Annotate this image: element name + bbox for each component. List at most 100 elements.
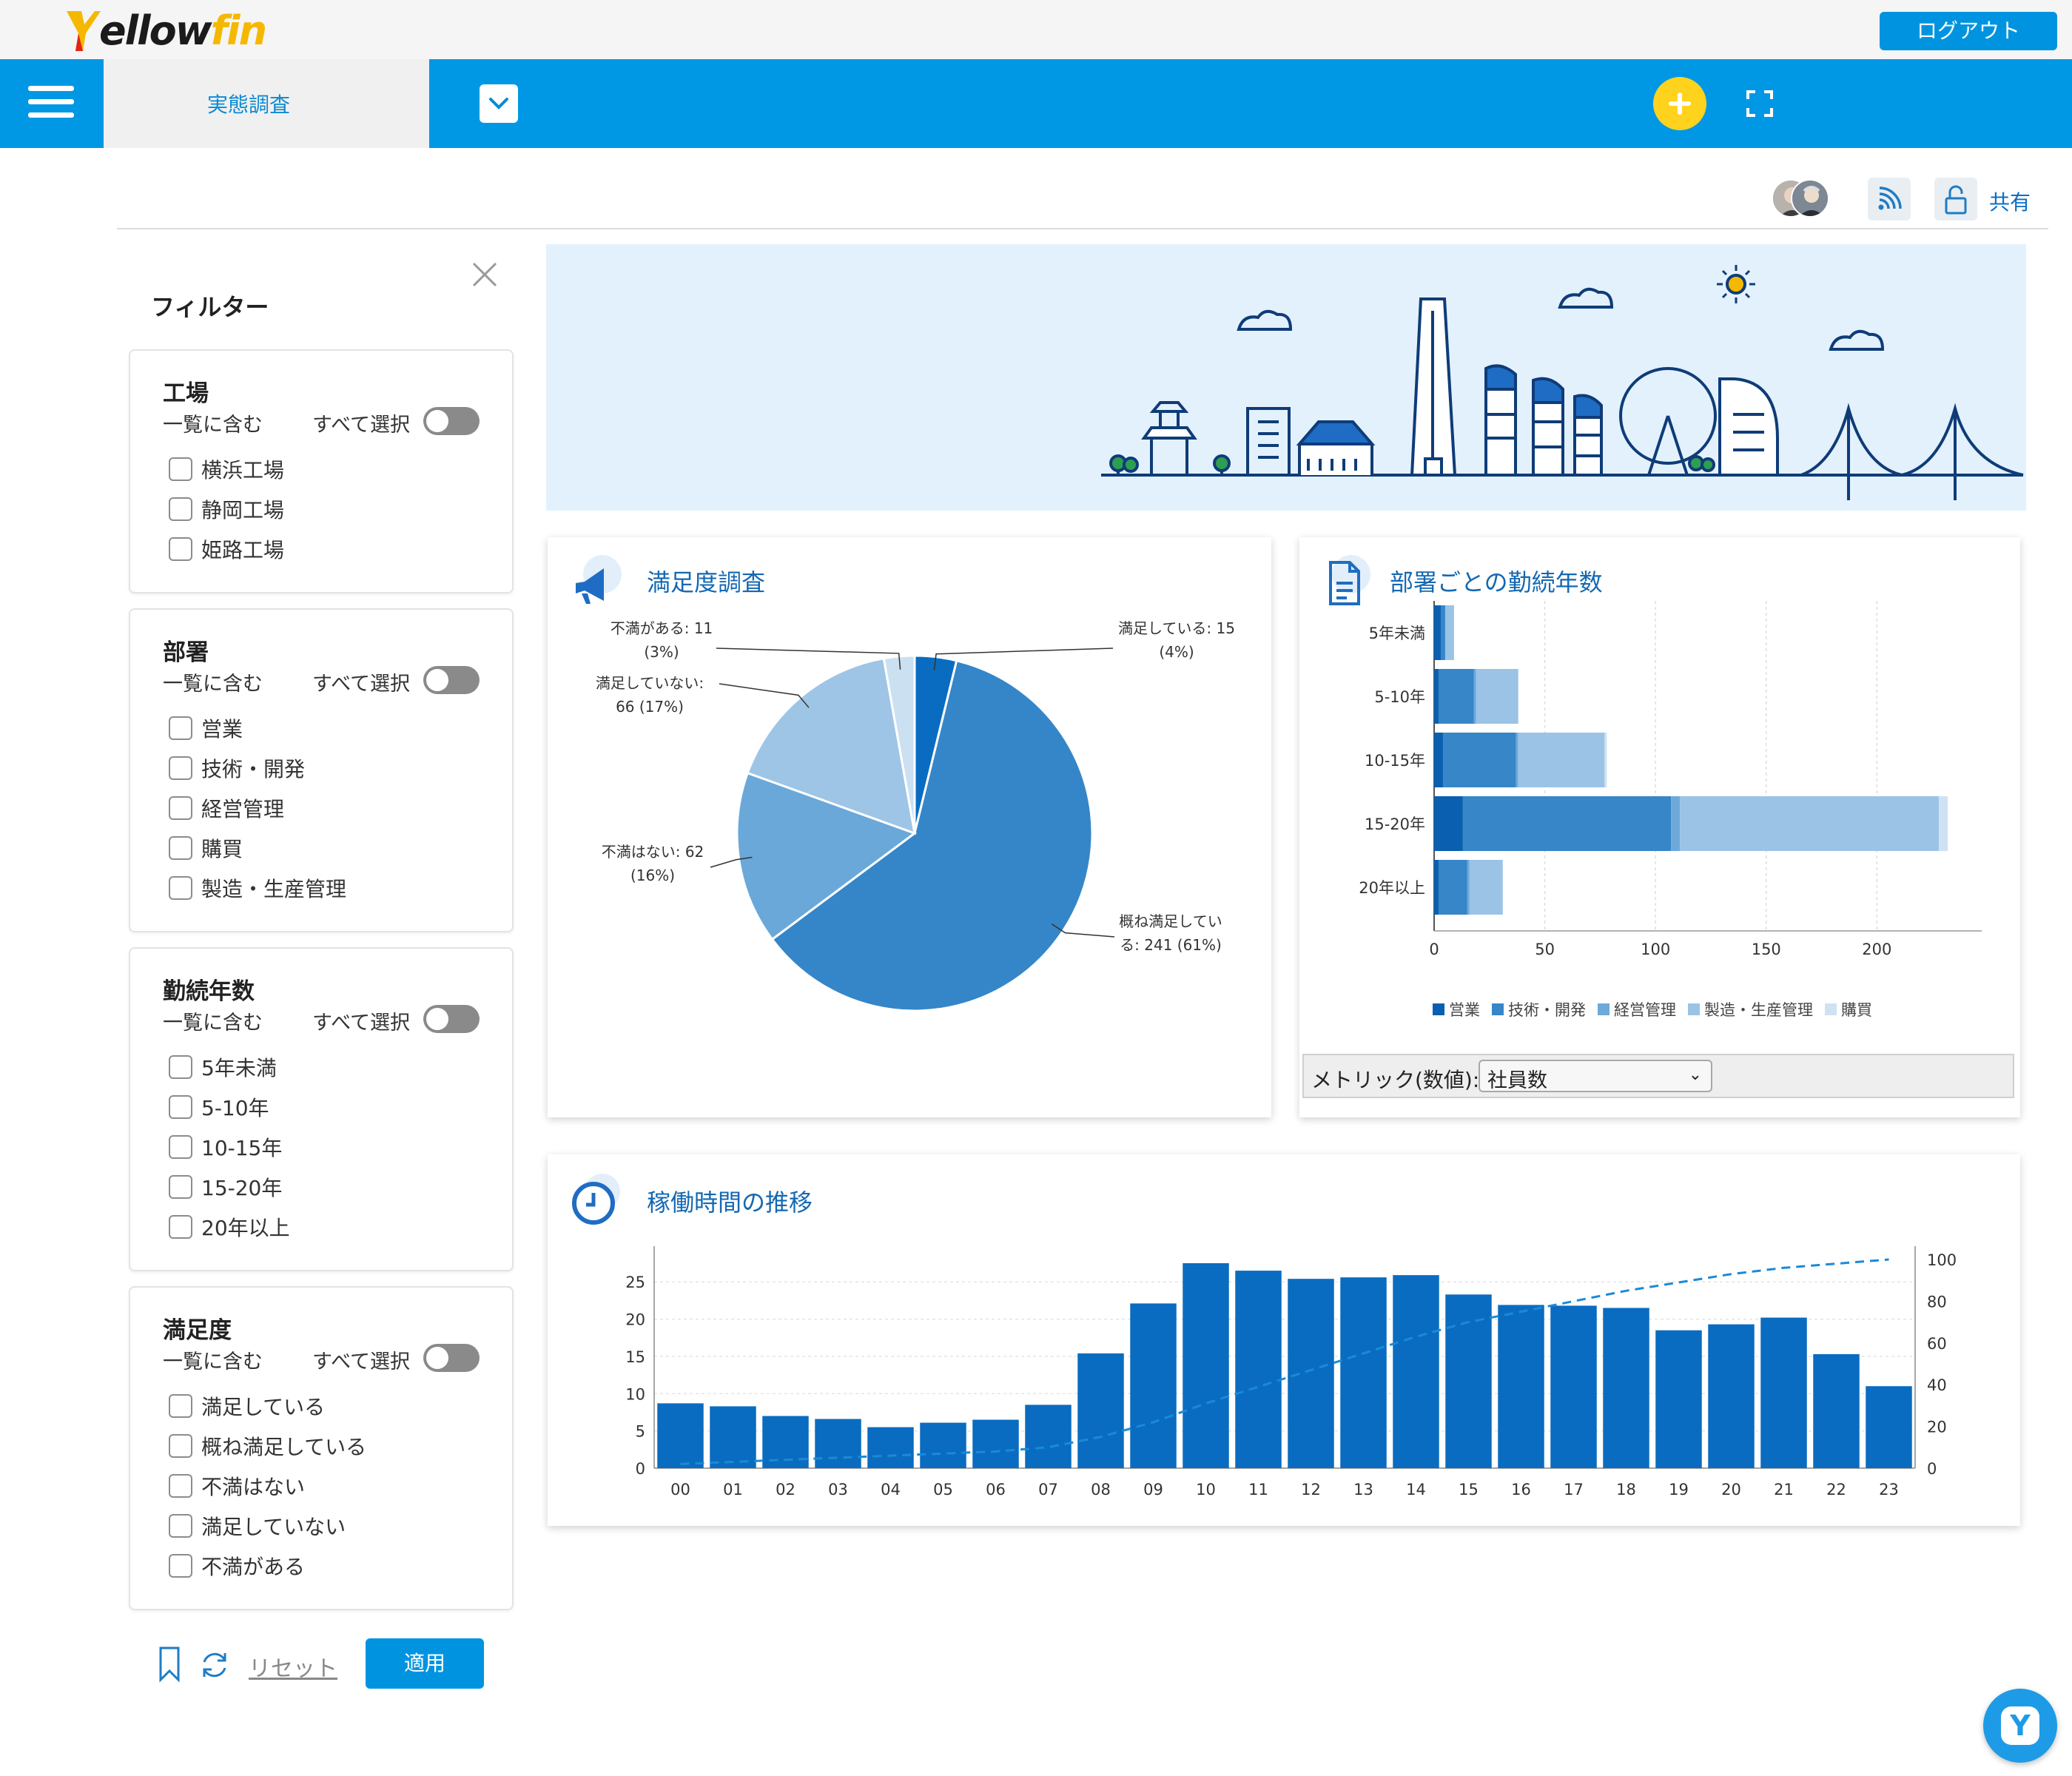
checkbox[interactable] [169, 537, 192, 561]
yellowfin-logo[interactable]: ellowfin [65, 6, 267, 55]
bar-segment[interactable] [1516, 733, 1518, 787]
logout-button[interactable]: ログアウト [1880, 12, 2057, 50]
apply-button[interactable]: 適用 [366, 1638, 484, 1689]
bar[interactable] [1498, 1305, 1544, 1468]
bar-segment[interactable] [1462, 796, 1672, 851]
bar-segment[interactable] [1518, 733, 1605, 787]
bar-segment[interactable] [1438, 669, 1474, 724]
filter-option[interactable]: 5年未満 [169, 1052, 277, 1082]
bar-segment[interactable] [1467, 860, 1470, 915]
avatar[interactable] [1791, 179, 1829, 218]
chevron-down-icon[interactable] [480, 84, 518, 123]
checkbox[interactable] [169, 497, 192, 521]
bar[interactable] [1708, 1324, 1755, 1468]
checkbox[interactable] [169, 1055, 192, 1079]
bookmark-icon[interactable] [158, 1646, 181, 1683]
filter-option[interactable]: 満足している [169, 1391, 325, 1421]
bar[interactable] [972, 1419, 1019, 1468]
filter-option[interactable]: 技術・開発 [169, 753, 305, 783]
lock-button[interactable] [1934, 178, 1977, 221]
bar[interactable] [1760, 1317, 1807, 1468]
checkbox[interactable] [169, 1394, 192, 1418]
bar[interactable] [1655, 1330, 1702, 1468]
broadcast-button[interactable] [1868, 178, 1911, 221]
checkbox[interactable] [169, 1215, 192, 1239]
select-all-toggle[interactable] [423, 1005, 480, 1033]
metric-select[interactable]: 社員数 ⌄ [1479, 1060, 1712, 1092]
checkbox[interactable] [169, 1554, 192, 1578]
bar-segment[interactable] [1473, 669, 1476, 724]
bar[interactable] [815, 1419, 861, 1468]
bar-segment[interactable] [1476, 669, 1518, 724]
bar[interactable] [1235, 1271, 1282, 1468]
bar[interactable] [1866, 1386, 1912, 1468]
yellowfin-assistant-button[interactable]: Y [1983, 1689, 2057, 1763]
close-icon[interactable] [471, 260, 499, 289]
refresh-icon[interactable] [198, 1649, 231, 1681]
reset-link[interactable]: リセット [249, 1650, 337, 1683]
bar[interactable] [1183, 1263, 1229, 1468]
checkbox[interactable] [169, 836, 192, 860]
tab-dashboard[interactable]: 実態調査 [104, 59, 518, 148]
bar-segment[interactable] [1671, 796, 1681, 851]
filter-option[interactable]: 静岡工場 [169, 494, 284, 524]
bar[interactable] [1130, 1303, 1177, 1468]
checkbox[interactable] [169, 457, 192, 481]
select-all-toggle[interactable] [423, 1344, 480, 1372]
checkbox[interactable] [169, 876, 192, 900]
bar[interactable] [1077, 1353, 1124, 1468]
cumulative-line[interactable] [680, 1258, 1889, 1465]
checkbox[interactable] [169, 1434, 192, 1458]
filter-option[interactable]: 製造・生産管理 [169, 873, 346, 903]
filter-option[interactable]: 不満がある [169, 1551, 305, 1581]
bar-segment[interactable] [1434, 605, 1441, 660]
filter-option[interactable]: 購買 [169, 833, 243, 863]
filter-option[interactable]: 20年以上 [169, 1212, 290, 1242]
filter-option[interactable]: 満足していない [169, 1511, 346, 1541]
bar[interactable] [1393, 1275, 1439, 1468]
filter-option[interactable]: 姫路工場 [169, 534, 284, 564]
bar-segment[interactable] [1939, 796, 1948, 851]
filter-option[interactable]: 15-20年 [169, 1172, 282, 1202]
bar-segment[interactable] [1434, 860, 1439, 915]
bar[interactable] [920, 1422, 966, 1468]
bar-segment[interactable] [1469, 860, 1503, 915]
bar-segment[interactable] [1444, 605, 1454, 660]
checkbox[interactable] [169, 796, 192, 820]
filter-option[interactable]: 5-10年 [169, 1092, 269, 1122]
bar[interactable] [1550, 1305, 1597, 1468]
user-avatars[interactable] [1772, 179, 1829, 221]
bar-segment[interactable] [1434, 669, 1439, 724]
checkbox[interactable] [169, 1514, 192, 1538]
share-link[interactable]: 共有 [1989, 186, 2031, 216]
bar[interactable] [867, 1427, 914, 1468]
bar-segment[interactable] [1434, 796, 1463, 851]
filter-option[interactable]: 営業 [169, 713, 243, 743]
bar[interactable] [1288, 1279, 1334, 1468]
checkbox[interactable] [169, 756, 192, 780]
filter-option[interactable]: 横浜工場 [169, 454, 284, 484]
add-icon[interactable] [1653, 77, 1706, 130]
bar[interactable] [1603, 1308, 1649, 1468]
filter-option[interactable]: 10-15年 [169, 1132, 282, 1162]
checkbox[interactable] [169, 1474, 192, 1498]
checkbox[interactable] [169, 1135, 192, 1159]
checkbox[interactable] [169, 1175, 192, 1199]
bar-segment[interactable] [1440, 605, 1445, 660]
bar-segment[interactable] [1604, 733, 1607, 787]
bar[interactable] [1340, 1277, 1387, 1468]
bar[interactable] [657, 1403, 704, 1468]
bar-segment[interactable] [1442, 733, 1516, 787]
hamburger-menu-icon[interactable] [28, 86, 74, 121]
filter-option[interactable]: 経営管理 [169, 793, 284, 823]
filter-option[interactable]: 不満はない [169, 1471, 305, 1501]
bar-segment[interactable] [1438, 860, 1467, 915]
fullscreen-icon[interactable] [1746, 90, 1773, 117]
bar-segment[interactable] [1434, 733, 1443, 787]
checkbox[interactable] [169, 716, 192, 740]
checkbox[interactable] [169, 1095, 192, 1119]
bar-segment[interactable] [1680, 796, 1940, 851]
bar[interactable] [1445, 1294, 1492, 1468]
select-all-toggle[interactable] [423, 666, 480, 694]
bar[interactable] [710, 1406, 756, 1468]
